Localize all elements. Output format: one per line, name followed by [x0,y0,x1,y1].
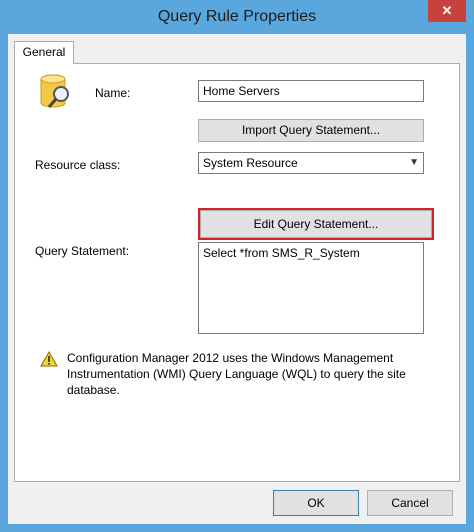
dialog-client: General Name: Home Servers Import Query … [8,34,466,524]
general-panel: Name: Home Servers Import Query Statemen… [14,63,460,482]
name-field[interactable]: Home Servers [198,80,424,102]
title-bar[interactable]: Query Rule Properties ✕ [0,0,474,34]
database-query-icon [37,72,77,112]
ok-button[interactable]: OK [273,490,359,516]
resource-class-select[interactable]: System Resource ▼ [198,152,424,174]
query-rule-properties-window: Query Rule Properties ✕ General Name: Ho… [0,0,474,532]
tab-general[interactable]: General [14,41,74,64]
chevron-down-icon: ▼ [409,157,419,168]
edit-query-statement-button[interactable]: Edit Query Statement... [200,210,432,238]
query-statement-label: Query Statement: [35,244,130,258]
name-label: Name: [95,86,131,100]
import-query-statement-button[interactable]: Import Query Statement... [198,119,424,142]
query-statement-field[interactable]: Select *from SMS_R_System [198,242,424,334]
close-button[interactable]: ✕ [428,0,466,22]
warning-icon [40,350,58,367]
resource-class-label: Resource class: [35,158,121,172]
wql-note: Configuration Manager 2012 uses the Wind… [67,351,406,397]
window-title: Query Rule Properties [157,8,317,25]
resource-class-value: System Resource [203,156,298,170]
cancel-button[interactable]: Cancel [367,490,453,516]
